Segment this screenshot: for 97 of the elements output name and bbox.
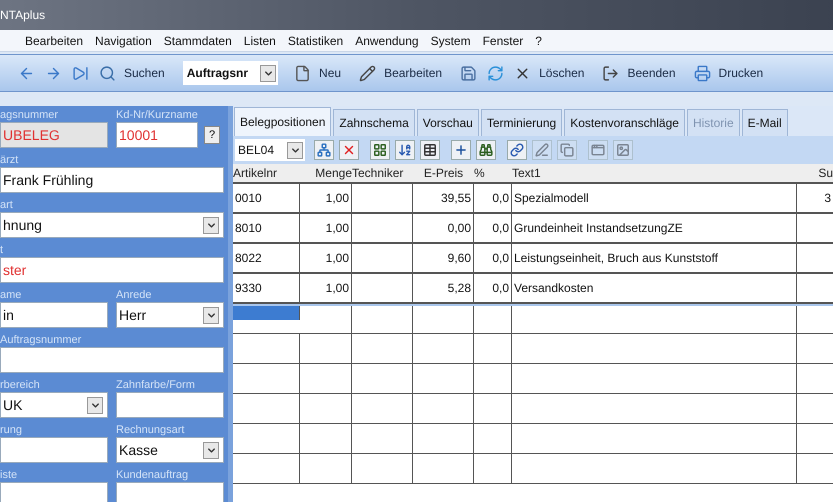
field-label: ame	[0, 288, 22, 302]
help-button[interactable]: ?	[204, 126, 220, 144]
field-label: art	[0, 198, 14, 212]
dropdown-field[interactable]: BEL04	[235, 139, 305, 161]
menu-item[interactable]: Anwendung	[355, 32, 419, 50]
table-cell: 8010	[233, 214, 300, 242]
table-cell: 39,55	[413, 184, 474, 212]
pencil-icon	[359, 64, 376, 82]
save-icon[interactable]	[460, 64, 478, 82]
table-cell: 9,60	[413, 244, 474, 272]
field-label: Kd-Nr/Kurzname	[116, 108, 199, 122]
table-cell: Spezialmodell	[512, 184, 797, 212]
toolbar-button[interactable]: Löschen	[514, 64, 584, 82]
text-field[interactable]: ster	[0, 257, 224, 283]
field-label: rbereich	[0, 378, 41, 392]
field-label: rung	[0, 423, 24, 437]
dropdown-field[interactable]: UK	[0, 392, 108, 418]
table-cell: Grundeinheit InstandsetzungZE	[512, 214, 797, 242]
field-label: Kundenauftrag	[116, 468, 190, 482]
tab[interactable]: Belegpositionen	[234, 107, 332, 136]
window-title: NTAplus	[0, 7, 46, 24]
grid-icon[interactable]	[370, 140, 390, 160]
toolbar-button[interactable]: Beenden	[602, 64, 676, 82]
field-label: ärzt	[0, 153, 20, 167]
field-label: Rechnungsart	[116, 423, 186, 437]
column-header[interactable]: Techniker	[352, 164, 413, 182]
menu-item[interactable]: System	[430, 32, 471, 50]
table-cell: 1,00	[300, 244, 352, 272]
table-cell: 1,00	[300, 184, 352, 212]
menu-item[interactable]: Stammdaten	[164, 32, 232, 50]
menu-item[interactable]: Listen	[244, 32, 276, 50]
binoculars-icon[interactable]	[476, 140, 496, 160]
text-field[interactable]	[116, 482, 224, 502]
field-label: iste	[0, 468, 18, 482]
menu-item[interactable]: Fenster	[482, 32, 524, 50]
skip-end-icon[interactable]	[72, 64, 89, 82]
table-cell: 1,00	[300, 274, 352, 302]
field-label: Auftragsnummer	[0, 333, 82, 347]
field-label: Anrede	[116, 288, 152, 302]
tab[interactable]: Kostenvoranschläge	[564, 109, 685, 136]
table-cell: 9330	[233, 274, 300, 302]
search-icon	[99, 64, 116, 82]
text-field[interactable]: in	[0, 302, 108, 328]
tab[interactable]: Zahnschema	[333, 109, 415, 136]
delete-icon[interactable]	[339, 140, 359, 160]
column-header[interactable]: Menge	[300, 164, 352, 182]
tab[interactable]: E-Mail	[742, 109, 788, 136]
table-cell: 5,28	[413, 274, 474, 302]
search-field-dropdown[interactable]: Auftragsnr	[182, 61, 278, 85]
column-header[interactable]: %	[474, 164, 512, 182]
dropdown-field[interactable]: Kasse	[116, 437, 224, 463]
toolbar-button[interactable]: Bearbeiten	[359, 64, 442, 82]
exit-door-icon	[602, 64, 620, 82]
toolbar-button[interactable]: Neu	[294, 64, 342, 82]
printer-icon	[694, 64, 711, 82]
table-cell: Leistungseinheit, Bruch aus Kunststoff	[512, 244, 797, 272]
table-icon[interactable]	[420, 140, 440, 160]
selected-cell[interactable]	[233, 306, 300, 320]
sort-icon[interactable]	[395, 140, 415, 160]
toolbar-button[interactable]: Suchen	[99, 64, 165, 82]
text-field[interactable]: 10001	[116, 122, 198, 148]
page-icon	[294, 64, 312, 82]
link-icon[interactable]	[507, 140, 527, 160]
table-cell: Versandkosten	[512, 274, 797, 302]
dropdown-field[interactable]: Herr	[116, 302, 224, 328]
table-cell: 0,0	[474, 274, 512, 302]
tree-icon[interactable]	[314, 140, 334, 160]
table-cell: 1,00	[300, 214, 352, 242]
plus-icon[interactable]	[451, 140, 471, 160]
dropdown-field[interactable]: hnung	[0, 212, 224, 238]
column-header[interactable]: Su	[797, 164, 833, 182]
table-cell: 0,0	[474, 244, 512, 272]
text-field[interactable]	[116, 392, 224, 418]
field-label: Zahnfarbe/Form	[116, 378, 196, 392]
text-field[interactable]: Frank Frühling	[0, 167, 224, 193]
refresh-icon[interactable]	[487, 64, 504, 82]
column-header[interactable]: Artikelnr	[233, 164, 300, 182]
field-label: agsnummer	[0, 108, 60, 122]
menu-item[interactable]: Navigation	[95, 32, 152, 50]
column-header[interactable]: Text1	[512, 164, 797, 182]
table-cell: 8022	[233, 244, 300, 272]
tab[interactable]: Terminierung	[480, 109, 562, 136]
field-label: t	[0, 243, 4, 257]
text-field[interactable]	[0, 347, 224, 373]
table-cell-text: 3	[823, 190, 832, 207]
text-field[interactable]	[0, 482, 108, 502]
column-header[interactable]: E-Preis	[413, 164, 474, 182]
table-cell: 0,0	[474, 214, 512, 242]
menu-item[interactable]: Statistiken	[288, 32, 344, 50]
tab[interactable]: Vorschau	[416, 109, 479, 136]
table-cell: 0010	[233, 184, 300, 212]
table-cell: 0,00	[413, 214, 474, 242]
menu-item[interactable]: ?	[535, 32, 542, 50]
menu-item[interactable]: Bearbeiten	[25, 32, 84, 50]
text-field[interactable]	[0, 437, 108, 463]
table-cell: 0,0	[474, 184, 512, 212]
toolbar-button[interactable]: Drucken	[694, 64, 764, 82]
